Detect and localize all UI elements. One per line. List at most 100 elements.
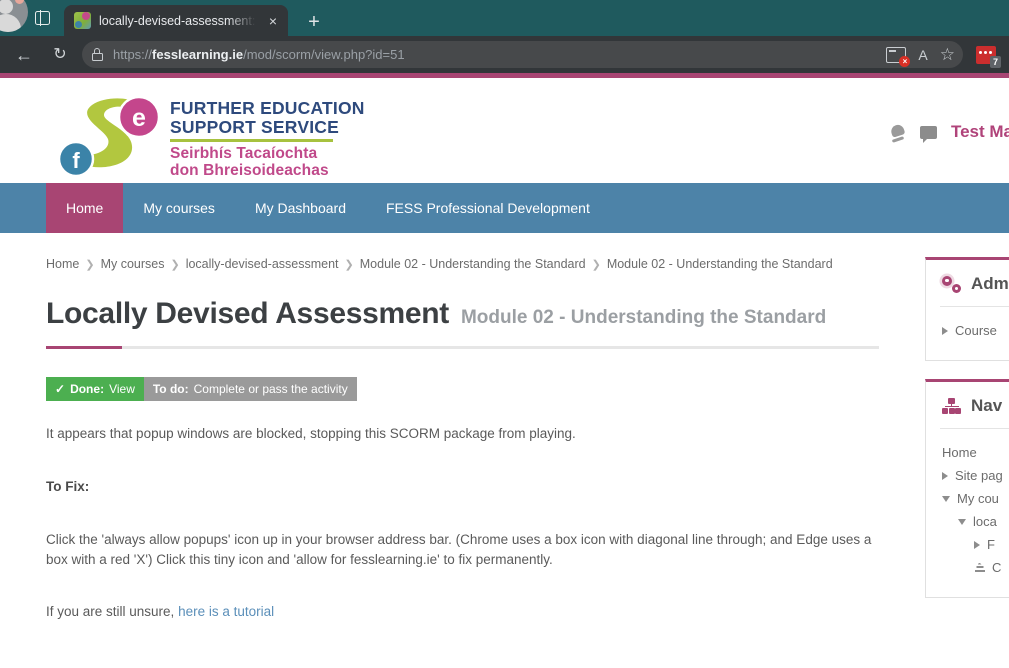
tutorial-prefix: If you are still unsure, bbox=[46, 604, 179, 619]
page-title: Locally Devised Assessment bbox=[46, 297, 449, 330]
done-badge-label: Done: bbox=[70, 382, 105, 396]
tab-title: locally-devised-assessment: Mod bbox=[99, 13, 256, 28]
logo-line-2a: Seirbhís Tacaíochta bbox=[170, 144, 318, 162]
reload-button[interactable]: ↻ bbox=[42, 40, 78, 70]
read-aloud-icon[interactable]: A bbox=[918, 48, 927, 62]
address-bar-url: https://fesslearning.ie/mod/scorm/view.p… bbox=[113, 47, 886, 62]
administration-tree: Course bbox=[926, 319, 1009, 342]
split-pane-icon bbox=[34, 10, 50, 26]
to-fix-heading: To Fix: bbox=[46, 479, 90, 495]
reload-icon: ↻ bbox=[53, 45, 67, 63]
administration-block-title: Adm bbox=[971, 274, 1009, 293]
tree-item-activity[interactable]: C bbox=[926, 556, 1009, 579]
fix-instructions: Click the 'always allow popups' icon up … bbox=[46, 531, 872, 567]
chevron-down-icon[interactable] bbox=[958, 518, 966, 525]
back-arrow-icon: ← bbox=[15, 44, 33, 65]
chevron-right-icon[interactable] bbox=[974, 540, 980, 549]
back-button[interactable]: ← bbox=[6, 40, 42, 70]
logo-line-2b: don Bhreisoideachas bbox=[170, 161, 329, 179]
logo-divider bbox=[170, 139, 333, 142]
tree-item-home[interactable]: Home bbox=[926, 441, 1009, 464]
site-header: e f FURTHER EDUCATION SUPPORT SERVICE Se… bbox=[0, 78, 1009, 183]
chevron-down-icon[interactable] bbox=[942, 495, 950, 502]
breadcrumb-item-section[interactable]: Module 02 - Understanding the Standard bbox=[360, 257, 586, 271]
new-tab-button[interactable]: + bbox=[302, 12, 326, 32]
tab-strip: locally-devised-assessment: Mod × + bbox=[0, 0, 1009, 36]
tree-item-my-courses[interactable]: My cou bbox=[926, 487, 1009, 510]
site-logo[interactable]: e f FURTHER EDUCATION SUPPORT SERVICE Se… bbox=[46, 95, 365, 183]
breadcrumb-separator-icon: ❯ bbox=[170, 258, 180, 271]
page-body: e f FURTHER EDUCATION SUPPORT SERVICE Se… bbox=[0, 78, 1009, 668]
logo-mark-icon: e f bbox=[46, 95, 168, 183]
popup-blocked-icon[interactable]: × bbox=[886, 46, 911, 67]
chevron-right-icon[interactable] bbox=[942, 326, 948, 335]
svg-text:f: f bbox=[72, 148, 80, 173]
tree-item-f[interactable]: F bbox=[926, 533, 1009, 556]
url-scheme: https:// bbox=[113, 47, 153, 62]
avatar-head bbox=[0, 0, 13, 14]
user-menu-label[interactable]: Test Ma bbox=[951, 122, 1009, 142]
tree-item-label: My cou bbox=[957, 491, 999, 506]
bell-icon[interactable] bbox=[889, 124, 906, 141]
message-icon[interactable] bbox=[919, 125, 937, 143]
chevron-right-icon[interactable] bbox=[942, 471, 948, 480]
nav-item-my-dashboard[interactable]: My Dashboard bbox=[235, 183, 366, 233]
nav-item-fess-professional-development[interactable]: FESS Professional Development bbox=[366, 183, 610, 233]
breadcrumb-separator-icon: ❯ bbox=[344, 258, 354, 271]
extension-button[interactable]: 7 bbox=[969, 40, 1003, 70]
navigation-block-header: Nav bbox=[926, 396, 1009, 428]
close-tab-icon[interactable]: × bbox=[264, 14, 282, 28]
block-divider bbox=[940, 428, 1009, 429]
scorm-activity-icon bbox=[974, 562, 985, 573]
tree-item-site-pages[interactable]: Site pag bbox=[926, 464, 1009, 487]
browser-tab[interactable]: locally-devised-assessment: Mod × bbox=[64, 5, 288, 36]
check-icon: ✓ bbox=[55, 382, 66, 396]
breadcrumb-item-course[interactable]: locally-devised-assessment bbox=[186, 257, 339, 271]
gears-icon bbox=[942, 275, 961, 293]
tree-item-label: Site pag bbox=[955, 468, 1003, 483]
breadcrumb-item-home[interactable]: Home bbox=[46, 257, 79, 271]
tree-item-label: C bbox=[992, 560, 1002, 575]
done-badge-value: View bbox=[109, 382, 135, 396]
todo-badge-value: Complete or pass the activity bbox=[193, 382, 348, 396]
title-underline bbox=[46, 346, 879, 349]
browser-toolbar: ← ↻ https://fesslearning.ie/mod/scorm/vi… bbox=[0, 36, 1009, 73]
nav-item-home[interactable]: Home bbox=[46, 183, 124, 233]
page-title-row: Locally Devised Assessment Module 02 - U… bbox=[46, 297, 879, 331]
breadcrumb-item-activity[interactable]: Module 02 - Understanding the Standard bbox=[607, 257, 833, 271]
nav-left-spacer bbox=[0, 183, 46, 233]
logo-text: FURTHER EDUCATION SUPPORT SERVICE Seirbh… bbox=[170, 99, 365, 179]
administration-block: Adm Course bbox=[925, 257, 1009, 361]
avatar-status-dot bbox=[15, 0, 24, 4]
todo-badge-label: To do: bbox=[152, 382, 189, 396]
address-bar-actions: × A ☆ bbox=[886, 46, 955, 67]
popup-blocked-message: It appears that popup windows are blocke… bbox=[46, 426, 576, 441]
block-divider bbox=[940, 306, 1009, 307]
browser-chrome: locally-devised-assessment: Mod × + ← ↻ … bbox=[0, 0, 1009, 78]
address-bar[interactable]: https://fesslearning.ie/mod/scorm/view.p… bbox=[82, 41, 963, 68]
lock-icon bbox=[92, 48, 103, 61]
tutorial-link[interactable]: here is a tutorial bbox=[178, 604, 274, 619]
url-path: /mod/scorm/view.php?id=51 bbox=[243, 47, 405, 62]
profile-avatar[interactable] bbox=[0, 0, 28, 32]
main-navigation: Home My courses My Dashboard FESS Profes… bbox=[0, 183, 1009, 233]
favorite-star-icon[interactable]: ☆ bbox=[940, 46, 955, 63]
navigation-block: Nav Home Site pag My cou loca F C bbox=[925, 379, 1009, 598]
status-badge-done[interactable]: ✓ Done: View bbox=[46, 377, 144, 401]
administration-block-header: Adm bbox=[926, 274, 1009, 306]
tree-item-label: F bbox=[987, 537, 995, 552]
tab-actions-button[interactable] bbox=[28, 5, 56, 31]
navigation-block-title: Nav bbox=[971, 396, 1003, 415]
breadcrumb: Home ❯ My courses ❯ locally-devised-asse… bbox=[46, 257, 879, 271]
tree-item-label: loca bbox=[973, 514, 997, 529]
main-column: Home ❯ My courses ❯ locally-devised-asse… bbox=[0, 233, 925, 622]
breadcrumb-item-my-courses[interactable]: My courses bbox=[101, 257, 165, 271]
page-subtitle: Module 02 - Understanding the Standard bbox=[460, 307, 827, 328]
nav-item-my-courses[interactable]: My courses bbox=[123, 183, 235, 233]
logo-line-1a: FURTHER EDUCATION bbox=[170, 98, 365, 119]
tree-item-label: Home bbox=[942, 445, 977, 460]
tree-item-locally-devised[interactable]: loca bbox=[926, 510, 1009, 533]
tree-item-course[interactable]: Course bbox=[926, 319, 1009, 342]
tree-item-label: Course bbox=[955, 323, 997, 338]
status-badge-todo: To do: Complete or pass the activity bbox=[143, 377, 357, 401]
